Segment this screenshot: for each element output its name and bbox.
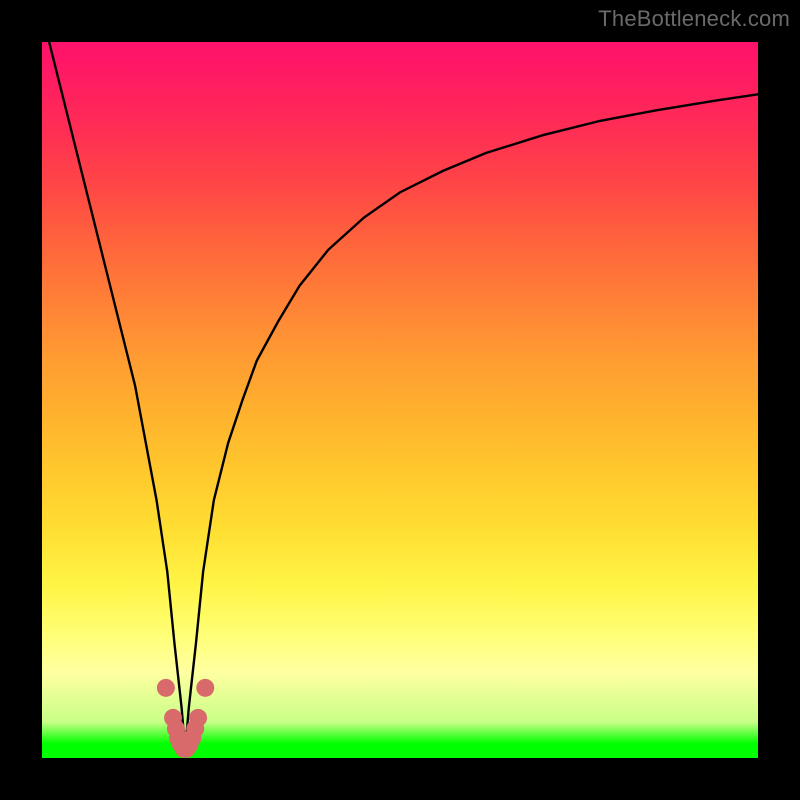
marker-group — [157, 679, 214, 758]
watermark-text: TheBottleneck.com — [598, 6, 790, 32]
curve-layer — [42, 42, 758, 758]
bottleneck-curve — [49, 42, 758, 751]
plot-area — [42, 42, 758, 758]
chart-frame: TheBottleneck.com — [0, 0, 800, 800]
marker-dot — [189, 709, 207, 727]
marker-dot — [157, 679, 175, 697]
marker-dot — [196, 679, 214, 697]
